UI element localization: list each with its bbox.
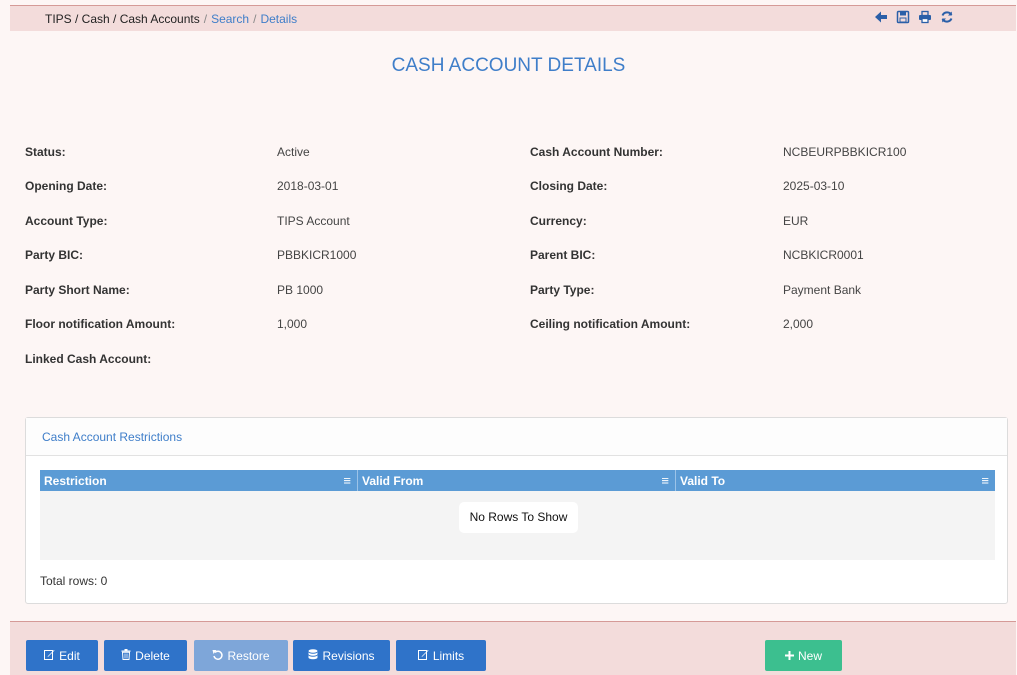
column-menu-icon[interactable]: ≡ <box>981 473 989 488</box>
grid-header: Restriction ≡ Valid From ≡ Valid To ≡ <box>40 470 995 491</box>
undo-icon <box>212 649 224 663</box>
opening-date-value: 2018-03-01 <box>277 179 339 193</box>
print-icon[interactable] <box>918 10 932 26</box>
new-button[interactable]: New <box>765 640 842 671</box>
toolbar-icons <box>874 10 954 26</box>
no-rows-message: No Rows To Show <box>459 502 578 533</box>
column-header-valid-to[interactable]: Valid To ≡ <box>676 470 995 491</box>
plus-icon <box>784 649 794 663</box>
account-type-label: Account Type: <box>25 214 108 228</box>
limits-button-label: Limits <box>432 648 465 663</box>
page-title: CASH ACCOUNT DETAILS <box>391 55 626 76</box>
party-type-label: Party Type: <box>530 283 595 297</box>
limits-button[interactable]: Limits <box>396 640 486 671</box>
party-bic-label: Party BIC: <box>25 248 84 262</box>
currency-value: EUR <box>783 214 809 228</box>
column-header-label: Restriction <box>44 474 107 488</box>
detail-row: Party Short Name: PB 1000 Party Type: Pa… <box>25 283 985 303</box>
delete-button-label: Delete <box>135 648 170 663</box>
column-header-label: Valid From <box>362 474 424 488</box>
floor-amount-value: 1,000 <box>277 317 308 331</box>
restore-button[interactable]: Restore <box>194 640 288 671</box>
revisions-button[interactable]: Revisions <box>293 640 390 671</box>
column-menu-icon[interactable]: ≡ <box>343 473 351 488</box>
currency-label: Currency: <box>530 214 587 228</box>
cash-account-number-value: NCBEURPBBKICR100 <box>783 145 907 159</box>
restrictions-panel-title: Cash Account Restrictions <box>26 418 1007 456</box>
party-bic-value: PBBKICR1000 <box>277 248 357 262</box>
total-rows: Total rows: 0 <box>40 574 108 588</box>
breadcrumb-details-link[interactable]: Details <box>260 12 297 26</box>
edit-button-label: Edit <box>59 648 80 663</box>
edit-icon <box>417 649 429 663</box>
breadcrumb-path: TIPS / Cash / Cash Accounts <box>45 12 200 26</box>
ceiling-amount-value: 2,000 <box>783 317 814 331</box>
column-header-valid-from[interactable]: Valid From ≡ <box>358 470 676 491</box>
detail-row: Floor notification Amount: 1,000 Ceiling… <box>25 317 985 337</box>
detail-row: Status: Active Cash Account Number: NCBE… <box>25 145 985 165</box>
ceiling-amount-label: Ceiling notification Amount: <box>530 317 691 331</box>
action-bar: Edit Delete Restore Revisions Limits New <box>10 621 1016 675</box>
restore-button-label: Restore <box>227 648 270 663</box>
delete-button[interactable]: Delete <box>104 640 187 671</box>
party-type-value: Payment Bank <box>783 283 862 297</box>
detail-row: Linked Cash Account: <box>25 352 985 372</box>
restrictions-grid: Restriction ≡ Valid From ≡ Valid To ≡ No… <box>40 470 995 560</box>
breadcrumb-search-link[interactable]: Search <box>211 12 249 26</box>
party-short-name-value: PB 1000 <box>277 283 324 297</box>
edit-button[interactable]: Edit <box>26 640 98 671</box>
breadcrumb-separator: / <box>253 12 257 26</box>
breadcrumb-bar: TIPS / Cash / Cash Accounts / Search / Detai… <box>10 5 1016 31</box>
column-header-restriction[interactable]: Restriction ≡ <box>40 470 358 491</box>
opening-date-label: Opening Date: <box>25 179 108 193</box>
database-icon <box>308 648 318 663</box>
back-arrow-icon[interactable] <box>874 10 888 26</box>
detail-row: Party BIC: PBBKICR1000 Parent BIC: NCBKI… <box>25 248 985 268</box>
new-button-label: New <box>797 648 822 663</box>
restrictions-panel: Cash Account Restrictions Restriction ≡ … <box>25 417 1008 604</box>
breadcrumb-separator: / <box>203 12 208 26</box>
linked-cash-account-label: Linked Cash Account: <box>25 352 152 366</box>
revisions-button-label: Revisions <box>322 648 375 663</box>
detail-row: Opening Date: 2018-03-01 Closing Date: 2… <box>25 179 985 199</box>
refresh-icon[interactable] <box>940 10 954 26</box>
floor-amount-label: Floor notification Amount: <box>25 317 176 331</box>
save-icon[interactable] <box>896 10 910 26</box>
status-value: Active <box>277 145 310 159</box>
detail-row: Account Type: TIPS Account Currency: EUR <box>25 214 985 234</box>
edit-icon <box>44 649 55 663</box>
closing-date-label: Closing Date: <box>530 179 608 193</box>
status-label: Status: <box>25 145 66 159</box>
parent-bic-label: Parent BIC: <box>530 248 596 262</box>
cash-account-number-label: Cash Account Number: <box>530 145 663 159</box>
trash-icon <box>121 648 131 663</box>
column-header-label: Valid To <box>680 474 726 488</box>
column-menu-icon[interactable]: ≡ <box>661 473 669 488</box>
closing-date-value: 2025-03-10 <box>783 179 845 193</box>
party-short-name-label: Party Short Name: <box>25 283 130 297</box>
breadcrumb: TIPS / Cash / Cash Accounts / Search / Detai… <box>45 12 297 26</box>
parent-bic-value: NCBKICR0001 <box>783 248 864 262</box>
account-type-value: TIPS Account <box>277 214 350 228</box>
